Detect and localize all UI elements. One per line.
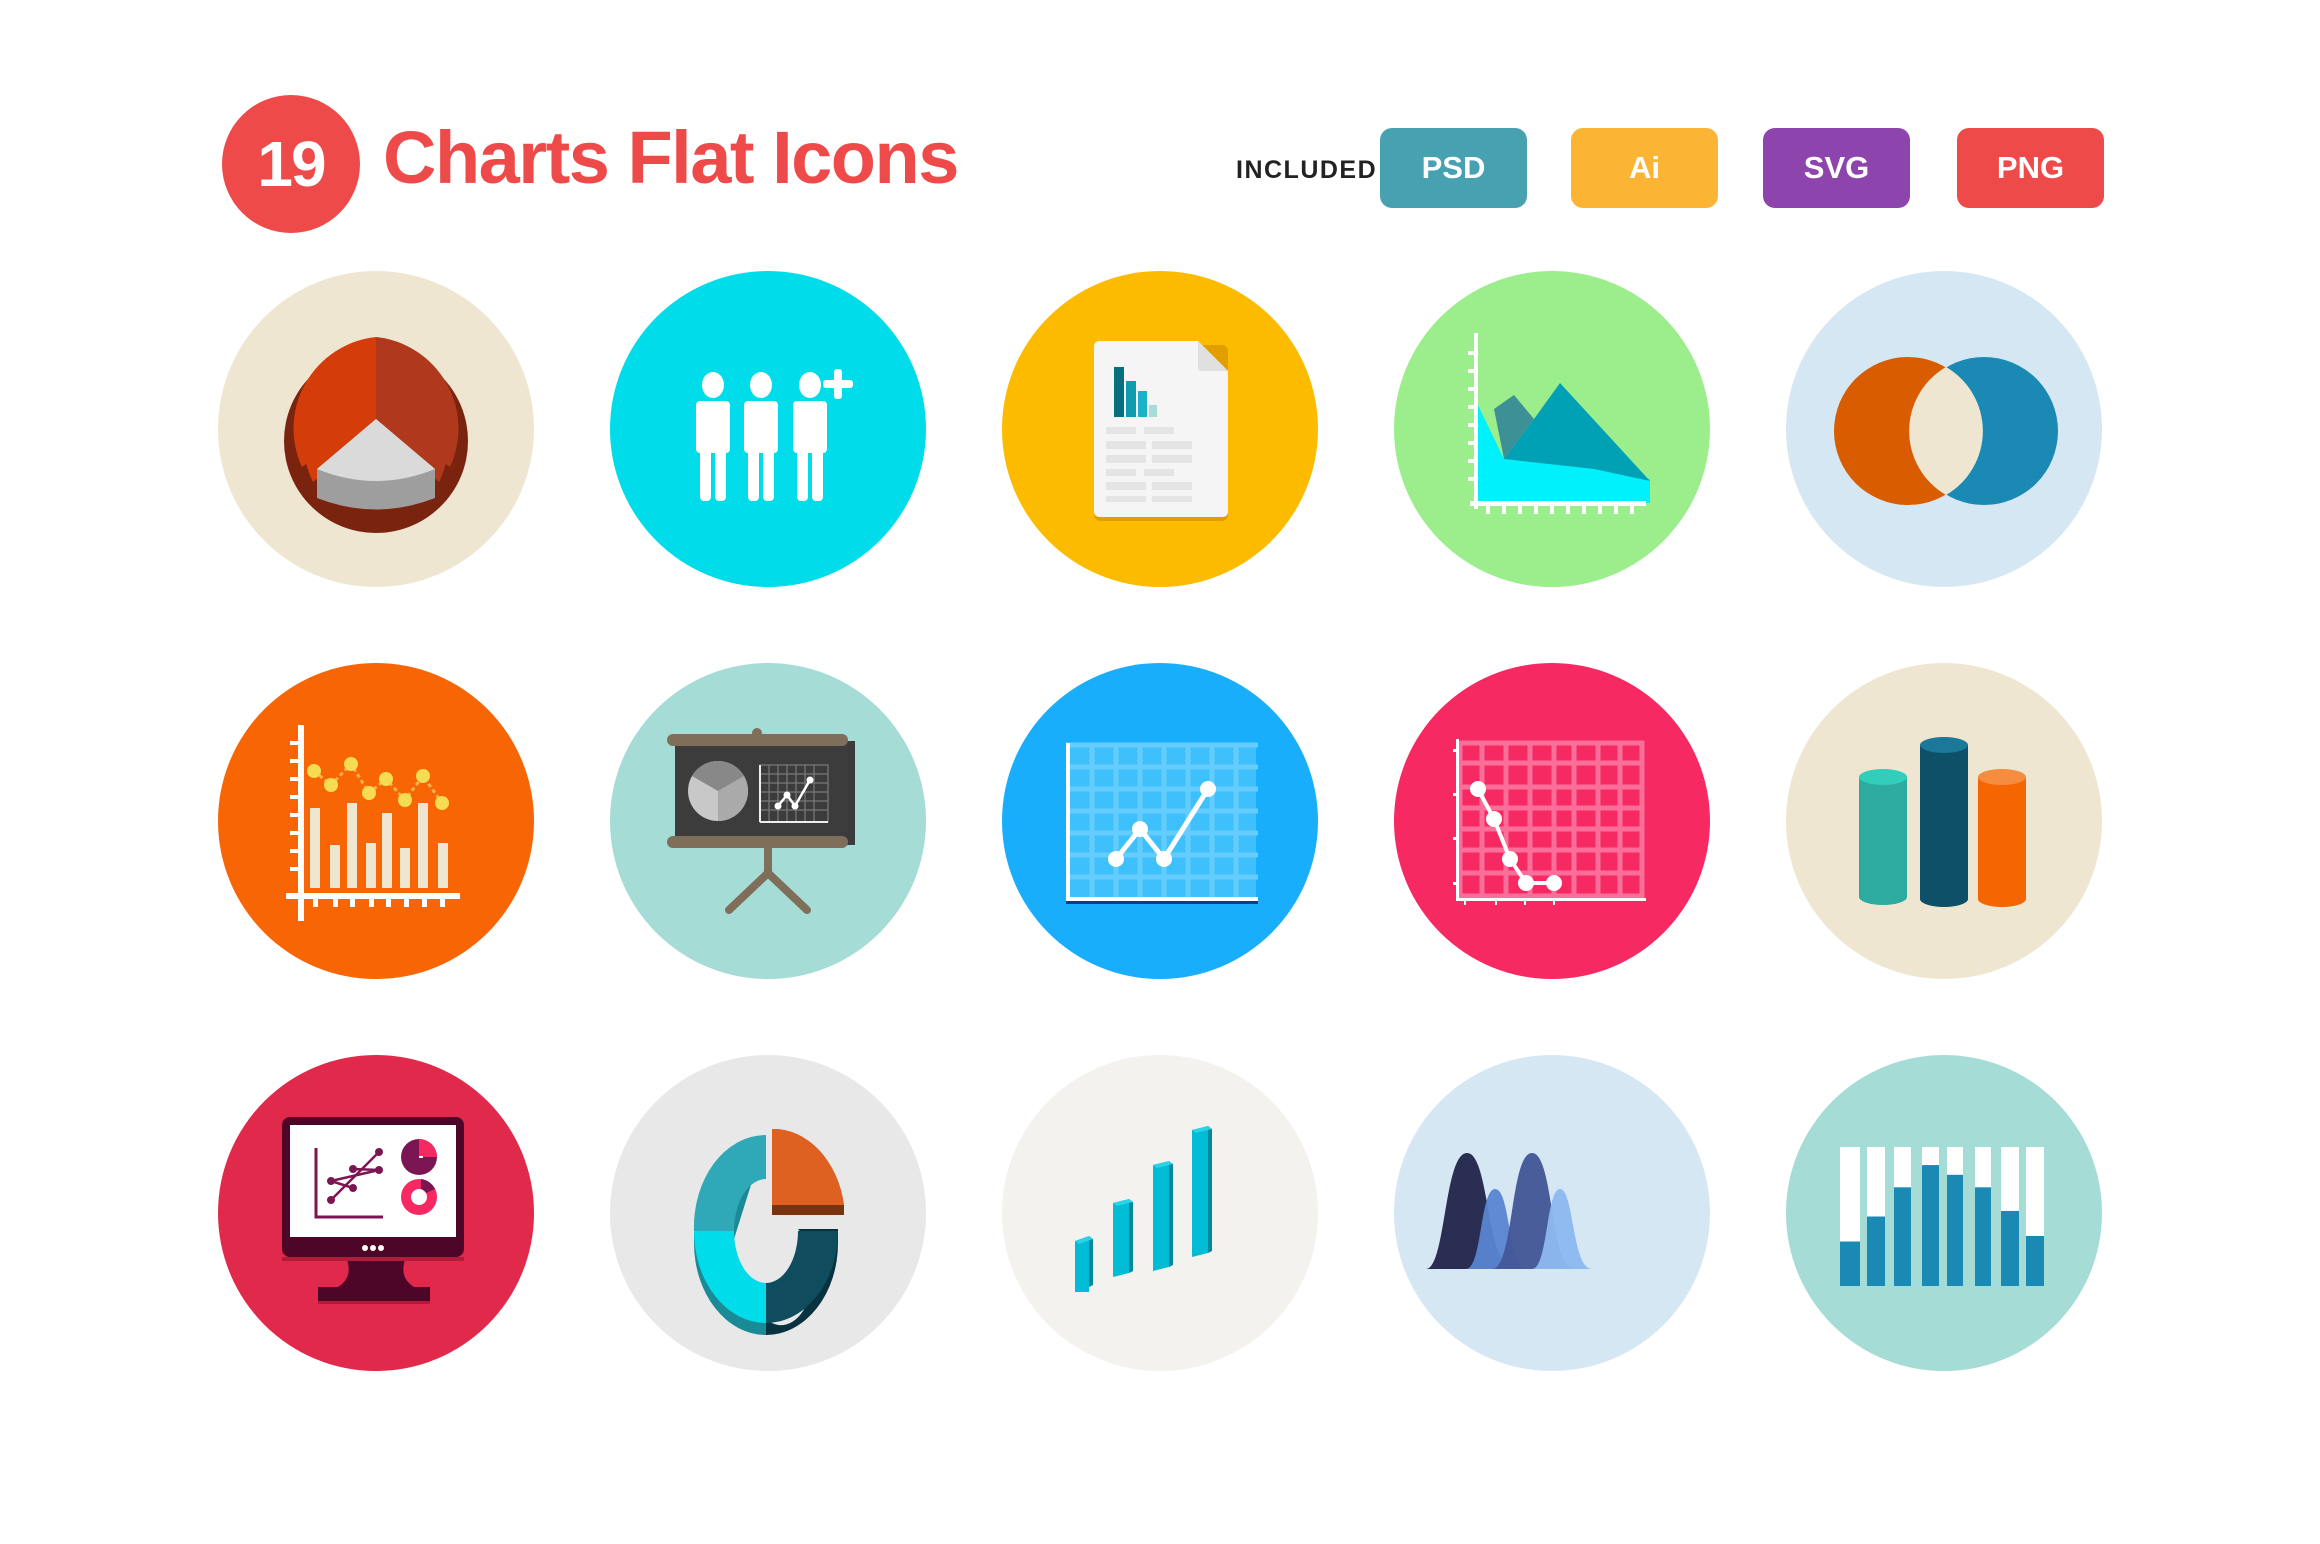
- add-people-icon[interactable]: [610, 271, 926, 587]
- report-document-icon[interactable]: [1002, 271, 1318, 587]
- format-psd-button[interactable]: PSD: [1380, 128, 1527, 208]
- progress-bar-fill: [1894, 1187, 1911, 1286]
- monitor-analytics-icon[interactable]: [218, 1055, 534, 1371]
- icon-count: 19: [257, 128, 326, 200]
- format-svg-button[interactable]: SVG: [1763, 128, 1910, 208]
- grid-line-chart-down-icon[interactable]: [1394, 663, 1710, 979]
- distribution-curves-icon[interactable]: [1394, 1055, 1710, 1371]
- progress-bar-fill: [1922, 1165, 1939, 1286]
- progress-bar-fill: [1975, 1187, 1991, 1286]
- progress-bar-fill: [1840, 1241, 1860, 1286]
- 3d-growth-bars-icon[interactable]: [1002, 1055, 1318, 1371]
- progress-bars-icon[interactable]: [1786, 1055, 2102, 1371]
- included-label: INCLUDED: [1236, 156, 1378, 184]
- format-png-button[interactable]: PNG: [1957, 128, 2104, 208]
- 3d-donut-chart-icon[interactable]: [610, 1055, 926, 1371]
- bar-line-combo-chart-icon[interactable]: [218, 663, 534, 979]
- progress-bar-fill: [1947, 1174, 1963, 1286]
- progress-bar-fill: [1867, 1216, 1885, 1286]
- area-chart-icon[interactable]: [1394, 271, 1710, 587]
- 3d-cylinder-bars-icon[interactable]: [1786, 663, 2102, 979]
- grid-line-chart-up-icon[interactable]: [1002, 663, 1318, 979]
- progress-bar-fill: [2026, 1235, 2044, 1286]
- venn-diagram-icon[interactable]: [1786, 271, 2102, 587]
- presentation-board-icon[interactable]: [610, 663, 926, 979]
- format-ai-button[interactable]: Ai: [1571, 128, 1718, 208]
- page-title: Charts Flat Icons: [383, 116, 959, 199]
- 3d-pie-chart-icon[interactable]: [218, 271, 534, 587]
- icon-count-badge: 19: [222, 95, 360, 233]
- progress-bar-fill: [2001, 1210, 2019, 1286]
